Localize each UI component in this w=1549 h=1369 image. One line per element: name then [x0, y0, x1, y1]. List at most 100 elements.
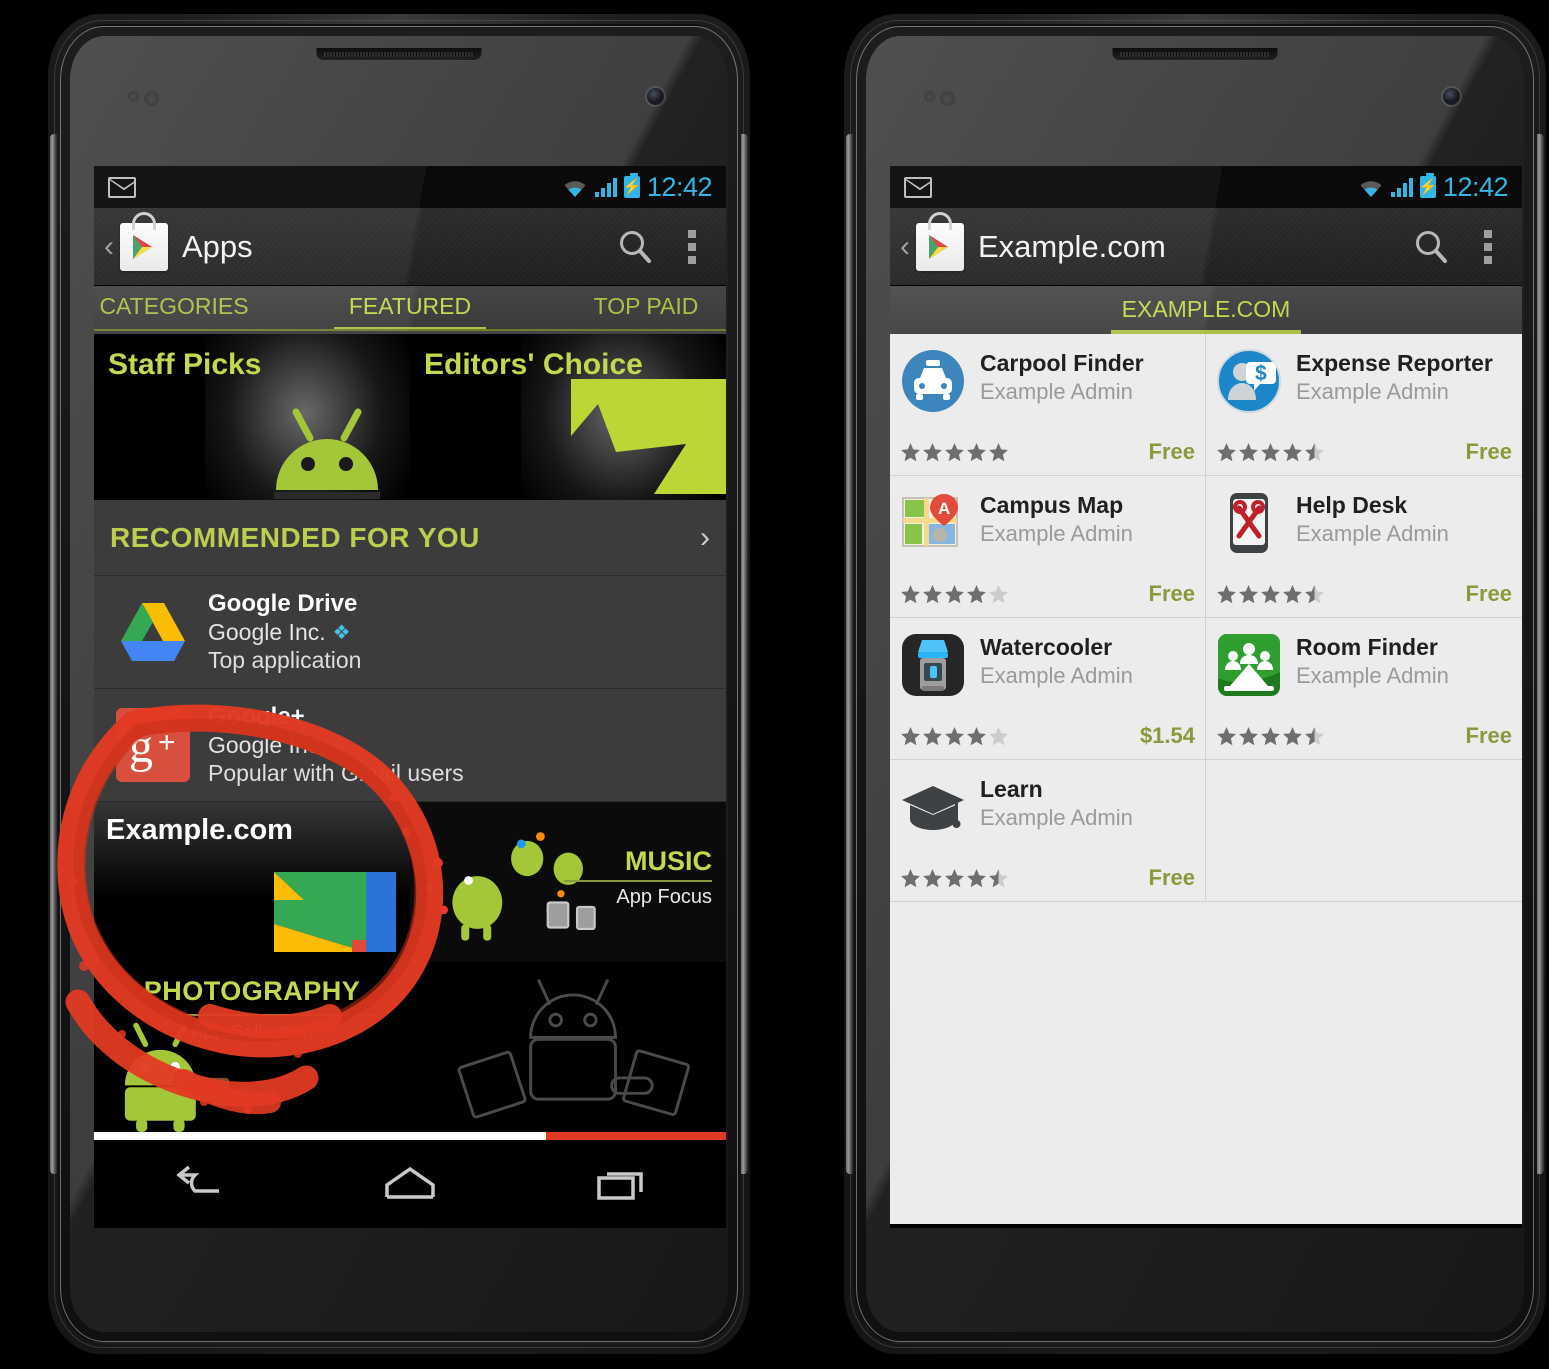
list-item[interactable]: g + Google+ Google Inc. ❖ Popular with G… — [94, 689, 726, 802]
app-name: Campus Map — [980, 492, 1124, 518]
banner-editors-choice[interactable]: Editors' Choice — [410, 334, 726, 500]
phone-device-right: ⚡ 12:42 ‹ Example.com EXAMPLE.COM Carpoo… — [830, 0, 1549, 1369]
app-developer: Example Admin — [980, 805, 1133, 830]
app-card-help-desk[interactable]: Help Desk Example Admin Free — [1206, 476, 1522, 618]
rating-stars — [1216, 584, 1325, 605]
app-card-room-finder[interactable]: Room Finder Example Admin Free — [1206, 618, 1522, 760]
front-camera-icon-right — [1443, 88, 1460, 105]
app-card-top: Room Finder Example Admin — [1216, 632, 1512, 698]
developer-name: Google Inc. — [208, 732, 326, 758]
light-sensor-left — [144, 91, 159, 106]
gmail-icon — [904, 176, 932, 198]
app-card-bottom: Free — [900, 865, 1195, 891]
phone-body-right: ⚡ 12:42 ‹ Example.com EXAMPLE.COM Carpoo… — [844, 14, 1546, 1354]
page-indicator-strip — [94, 1132, 726, 1140]
light-sensor-right — [940, 91, 955, 106]
rating-stars — [1216, 442, 1325, 463]
app-card-top: Help Desk Example Admin — [1216, 490, 1512, 556]
app-card-watercooler[interactable]: Watercooler Example Admin $1.54 — [890, 618, 1206, 760]
phone-side-band-left-edge — [50, 134, 57, 1174]
app-card-bottom: Free — [1216, 581, 1512, 607]
tab-top-paid[interactable]: TOP PAID — [528, 293, 726, 331]
play-store-bag-icon[interactable] — [916, 211, 964, 271]
android-droid-icon — [274, 408, 380, 499]
app-card-meta: Carpool Finder Example Admin — [980, 348, 1144, 405]
up-navigation-chevron-icon[interactable]: ‹ — [890, 230, 916, 264]
rating-stars — [900, 584, 1009, 605]
banner-staff-picks[interactable]: Staff Picks — [94, 334, 410, 500]
room-finder-icon — [1216, 632, 1282, 698]
section-header-recommended[interactable]: RECOMMENDED FOR YOU › — [94, 500, 726, 576]
app-card-meta: Expense Reporter Example Admin — [1296, 348, 1493, 405]
app-price: $1.54 — [1139, 723, 1195, 748]
app-card-bottom: $1.54 — [900, 723, 1195, 749]
featured-banner-row: Staff Picks Editors' Choice — [94, 334, 726, 500]
app-name: Room Finder — [1296, 634, 1438, 660]
app-card-campus-map[interactable]: A Campus Map Example Admin Free — [890, 476, 1206, 618]
nav-back-icon[interactable] — [164, 1159, 234, 1207]
list-item[interactable]: Google Drive Google Inc. ❖ Top applicati… — [94, 576, 726, 689]
battery-charging-icon: ⚡ — [1418, 173, 1438, 198]
list-item-text: Google Drive Google Inc. ❖ Top applicati… — [208, 590, 361, 674]
rating-stars — [900, 726, 1009, 747]
google-docs-mark-icon — [274, 872, 396, 952]
app-note: Top application — [208, 647, 362, 673]
app-name: Learn — [980, 776, 1043, 802]
earpiece-grill-left — [324, 52, 474, 57]
app-developer: Example Admin — [980, 663, 1133, 688]
up-navigation-chevron-icon[interactable]: ‹ — [94, 230, 120, 264]
page-title: Example.com — [978, 228, 1166, 264]
nav-recents-icon[interactable] — [586, 1159, 656, 1207]
app-title: Google+ — [208, 703, 305, 730]
tab-featured[interactable]: FEATURED — [292, 293, 528, 331]
app-grid: Carpool Finder Example Admin Free $ Expe… — [890, 334, 1522, 902]
charging-bolt-icon: ⚡ — [1418, 178, 1438, 196]
app-card-top: Carpool Finder Example Admin — [900, 348, 1195, 414]
app-card-expense-reporter[interactable]: $ Expense Reporter Example Admin Free — [1206, 334, 1522, 476]
app-card-bottom: Free — [1216, 723, 1512, 749]
verified-badge-icon: ❖ — [332, 734, 351, 757]
rating-stars — [1216, 726, 1325, 747]
signal-bars-icon — [594, 177, 617, 197]
earpiece-speaker-right — [1112, 48, 1278, 61]
phone-side-band-right-edge — [1537, 134, 1544, 1174]
app-card-carpool-finder[interactable]: Carpool Finder Example Admin Free — [890, 334, 1206, 476]
app-developer: Google Inc. ❖ — [208, 732, 464, 759]
app-card-bottom: Free — [1216, 439, 1512, 465]
svg-text:+: + — [158, 726, 176, 759]
promo-tile-label: Example.com — [106, 814, 293, 846]
search-icon[interactable] — [1412, 228, 1450, 266]
app-card-meta: Watercooler Example Admin — [980, 632, 1133, 689]
chevron-right-icon[interactable]: › — [700, 521, 710, 555]
carpool-car-icon — [900, 348, 966, 414]
search-icon[interactable] — [616, 228, 654, 266]
help-desk-tools-icon — [1216, 490, 1282, 556]
app-card-top: A Campus Map Example Admin — [900, 490, 1195, 556]
phone-screen-left: ⚡ 12:42 ‹ Apps CATEGORIES FEATURED TOP P… — [94, 166, 726, 1228]
app-developer: Google Inc. ❖ — [208, 619, 361, 646]
promo-tile-example-com[interactable]: Example.com — [94, 802, 410, 962]
proximity-sensor-right — [924, 91, 935, 102]
bag-handle-icon — [132, 211, 156, 230]
promo-tile-sublabel: App Focus — [616, 886, 712, 908]
app-name: Watercooler — [980, 634, 1113, 660]
overflow-menu-icon[interactable] — [688, 229, 696, 264]
banner-label: Staff Picks — [108, 348, 262, 381]
app-card-bottom: Free — [900, 581, 1195, 607]
overflow-menu-icon[interactable] — [1484, 229, 1492, 264]
app-developer: Example Admin — [980, 521, 1133, 546]
app-price: Free — [1465, 723, 1512, 748]
nav-home-icon[interactable] — [375, 1159, 445, 1207]
promo-tile-photography[interactable]: PHOTOGRAPHY App Collection — [94, 962, 726, 1132]
front-camera-icon-left — [647, 88, 664, 105]
tab-example-com[interactable]: EXAMPLE.COM — [1122, 296, 1291, 334]
tab-categories[interactable]: CATEGORIES — [94, 293, 292, 331]
charging-bolt-icon: ⚡ — [622, 178, 642, 196]
play-store-bag-icon[interactable] — [120, 211, 168, 271]
app-card-meta: Campus Map Example Admin — [980, 490, 1133, 547]
tab-bar-left: CATEGORIES FEATURED TOP PAID — [94, 286, 726, 334]
phone-device-left: ⚡ 12:42 ‹ Apps CATEGORIES FEATURED TOP P… — [34, 0, 764, 1369]
app-price: Free — [1148, 581, 1195, 606]
promo-tile-music[interactable]: MUSIC App Focus — [410, 802, 726, 962]
app-card-learn[interactable]: Learn Example Admin Free — [890, 760, 1206, 902]
